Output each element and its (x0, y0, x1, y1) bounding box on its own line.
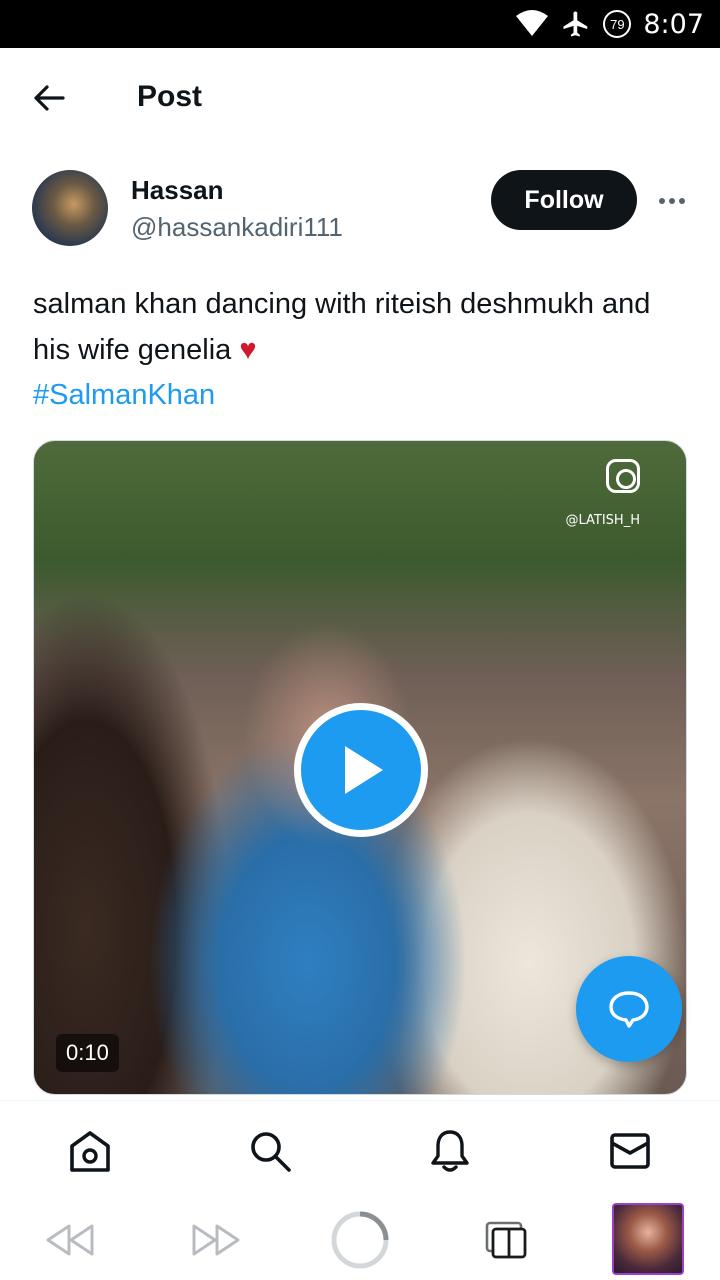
back-button[interactable] (26, 78, 72, 118)
tabs-button[interactable] (474, 1208, 538, 1272)
tab-search[interactable] (246, 1127, 294, 1175)
tab-notifications[interactable] (426, 1127, 474, 1175)
thumbnail[interactable] (612, 1203, 684, 1275)
hashtag-link[interactable]: #SalmanKhan (33, 372, 215, 418)
arrow-left-icon (34, 85, 65, 111)
status-bar: 79 8:07 (0, 0, 720, 48)
home-circle-button[interactable] (328, 1208, 392, 1272)
author-handle[interactable]: @hassankadiri111 (131, 211, 343, 243)
video-duration: 0:10 (56, 1034, 119, 1072)
envelope-icon (610, 1133, 650, 1169)
follow-button[interactable]: Follow (491, 170, 637, 230)
page-title: Post (137, 80, 203, 113)
tab-messages[interactable] (606, 1127, 654, 1175)
circle-icon (331, 1211, 389, 1269)
chat-bubble-icon (609, 991, 649, 1028)
watermark-text: @LATISH_H (565, 513, 640, 528)
play-icon (345, 746, 383, 794)
reply-fab[interactable] (576, 956, 682, 1062)
fast-forward-icon (192, 1224, 240, 1256)
rewind-button[interactable] (38, 1208, 102, 1272)
more-options-button[interactable] (652, 186, 692, 216)
wifi-icon (516, 10, 549, 36)
instagram-icon (606, 459, 640, 493)
battery-indicator: 79 (603, 10, 632, 38)
post-body: salman khan dancing with riteish deshmuk… (33, 288, 651, 366)
more-dot-icon (679, 198, 685, 204)
home-icon (70, 1131, 110, 1172)
tab-home[interactable] (66, 1127, 114, 1175)
fast-forward-button[interactable] (184, 1208, 248, 1272)
top-app-bar: Post (0, 48, 720, 146)
play-button[interactable] (294, 703, 428, 837)
tabs-icon (485, 1221, 527, 1259)
airplane-icon (563, 11, 588, 37)
more-dot-icon (659, 198, 665, 204)
bottom-tab-bar (0, 1100, 720, 1200)
search-icon (251, 1132, 291, 1172)
post-text: salman khan dancing with riteish deshmuk… (33, 281, 693, 373)
more-dot-icon (669, 198, 675, 204)
rewind-icon (46, 1224, 94, 1256)
clock: 8:07 (643, 8, 704, 40)
avatar[interactable] (32, 170, 108, 246)
bell-icon (431, 1130, 469, 1172)
heart-emoji: ♥ (239, 334, 257, 366)
author-name[interactable]: Hassan (131, 174, 224, 206)
